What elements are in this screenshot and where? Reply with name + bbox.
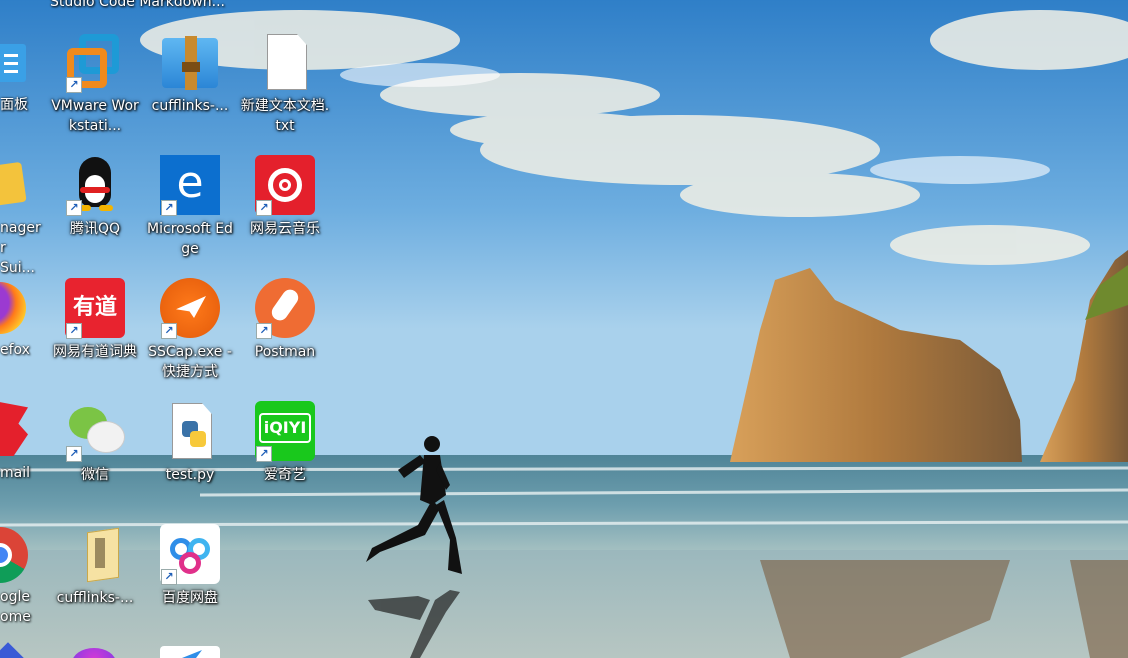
desktop-icon-edge[interactable]: e ↗ Microsoft Edge (145, 155, 235, 259)
left-partial-label-3: efox (0, 342, 30, 358)
left-partial-label-1: 面板 (0, 97, 28, 113)
youdao-dict-icon: 有道 ↗ (65, 278, 125, 339)
qq-penguin-icon: ↗ (65, 155, 125, 216)
shortcut-arrow-icon: ↗ (161, 323, 177, 339)
icon-label: cufflinks-... (151, 98, 229, 114)
desktop-icon-wechat[interactable]: ↗ 微信 (50, 401, 140, 485)
left-partial-icon-5[interactable]: ogle ome (0, 525, 44, 635)
python-file-icon (160, 401, 220, 461)
wechat-icon: ↗ (65, 401, 125, 462)
shortcut-arrow-icon: ↗ (66, 323, 82, 339)
desktop-icon-clipped-left[interactable] (0, 642, 30, 658)
sscap-paper-plane-icon: ↗ (160, 278, 220, 339)
firefox-icon (0, 282, 26, 334)
left-partial-label-5a: ogle (0, 589, 30, 605)
left-partial-icon-3[interactable]: efox (0, 280, 44, 370)
desktop-icon-vmware[interactable]: ↗ VMware Workstati... (50, 32, 140, 136)
control-panel-icon (0, 44, 26, 82)
shortcut-arrow-icon: ↗ (256, 446, 272, 462)
desktop[interactable]: Studio Code Markdown... 面板 nager r Sui..… (0, 0, 1128, 658)
clipped-app-icon (160, 646, 220, 658)
desktop-icon-netease-music[interactable]: ↗ 网易云音乐 (240, 155, 330, 239)
clipped-app-icon (72, 648, 116, 658)
icon-label: 网易云音乐 (250, 221, 320, 237)
winrar-archive-icon (160, 32, 220, 92)
shortcut-arrow-icon: ↗ (256, 200, 272, 216)
icon-label: 网易有道词典 (53, 344, 137, 360)
desktop-icon-cufflinks-zip[interactable]: cufflinks-... (145, 32, 235, 116)
left-partial-label-2a: nager (0, 220, 41, 236)
shortcut-arrow-icon: ↗ (161, 569, 177, 585)
icon-label: test.py (165, 467, 215, 483)
baidu-netdisk-icon: ↗ (160, 524, 220, 585)
left-partial-label-2b: r Sui... (0, 240, 35, 276)
netease-music-icon: ↗ (255, 155, 315, 216)
shortcut-arrow-icon: ↗ (66, 200, 82, 216)
left-partial-icon-1[interactable]: 面板 (0, 40, 40, 130)
desktop-icon-postman[interactable]: ↗ Postman (240, 278, 330, 362)
desktop-icon-new-txt[interactable]: 新建文本文档.txt (240, 32, 330, 136)
vmware-icon: ↗ (65, 32, 125, 93)
foxmail-icon (0, 402, 28, 456)
postman-icon: ↗ (255, 278, 315, 339)
left-partial-icon-4[interactable]: mail (0, 400, 44, 490)
desktop-icon-clipped-2[interactable] (160, 646, 220, 658)
icon-label: 爱奇艺 (264, 467, 306, 483)
desktop-icon-baidu-pan[interactable]: ↗ 百度网盘 (145, 524, 235, 608)
text-file-icon (255, 32, 315, 92)
icon-label: 新建文本文档.txt (240, 98, 330, 134)
desktop-icon-youdao[interactable]: 有道 ↗ 网易有道词典 (50, 278, 140, 362)
desktop-icon-clipped-1[interactable] (70, 646, 122, 658)
desktop-icon-sscap[interactable]: ↗ SSCap.exe - 快捷方式 (145, 278, 235, 382)
icon-label: 腾讯QQ (69, 221, 121, 237)
left-partial-label-5b: ome (0, 609, 31, 625)
icon-label: 百度网盘 (162, 590, 218, 606)
icon-label: 微信 (81, 467, 109, 483)
left-partial-label-4: mail (0, 465, 30, 481)
icon-label: VMware Workstati... (51, 98, 139, 134)
shortcut-arrow-icon: ↗ (66, 77, 82, 93)
desktop-icon-iqiyi[interactable]: iQIYI ↗ 爱奇艺 (240, 401, 330, 485)
clipped-top-icon-label[interactable]: Studio Code Markdown... (50, 0, 225, 10)
icon-label: Postman (254, 344, 316, 360)
icon-label: SSCap.exe - 快捷方式 (148, 344, 232, 380)
edge-icon: e ↗ (160, 155, 220, 216)
desktop-icon-qq[interactable]: ↗ 腾讯QQ (50, 155, 140, 239)
left-partial-icon-2[interactable]: nager r Sui... (0, 160, 44, 276)
shortcut-arrow-icon: ↗ (66, 446, 82, 462)
icon-label: cufflinks-... (56, 590, 134, 606)
icon-label: Microsoft Edge (147, 221, 233, 257)
desktop-icon-cufflinks-folder[interactable]: cufflinks-... (50, 524, 140, 608)
chrome-icon (0, 527, 28, 583)
iqiyi-icon: iQIYI ↗ (255, 401, 315, 462)
shortcut-arrow-icon: ↗ (256, 323, 272, 339)
desktop-icon-testpy[interactable]: test.py (145, 401, 235, 485)
zip-folder-icon (65, 524, 125, 584)
folder-manager-icon (0, 161, 27, 207)
shortcut-arrow-icon: ↗ (161, 200, 177, 216)
